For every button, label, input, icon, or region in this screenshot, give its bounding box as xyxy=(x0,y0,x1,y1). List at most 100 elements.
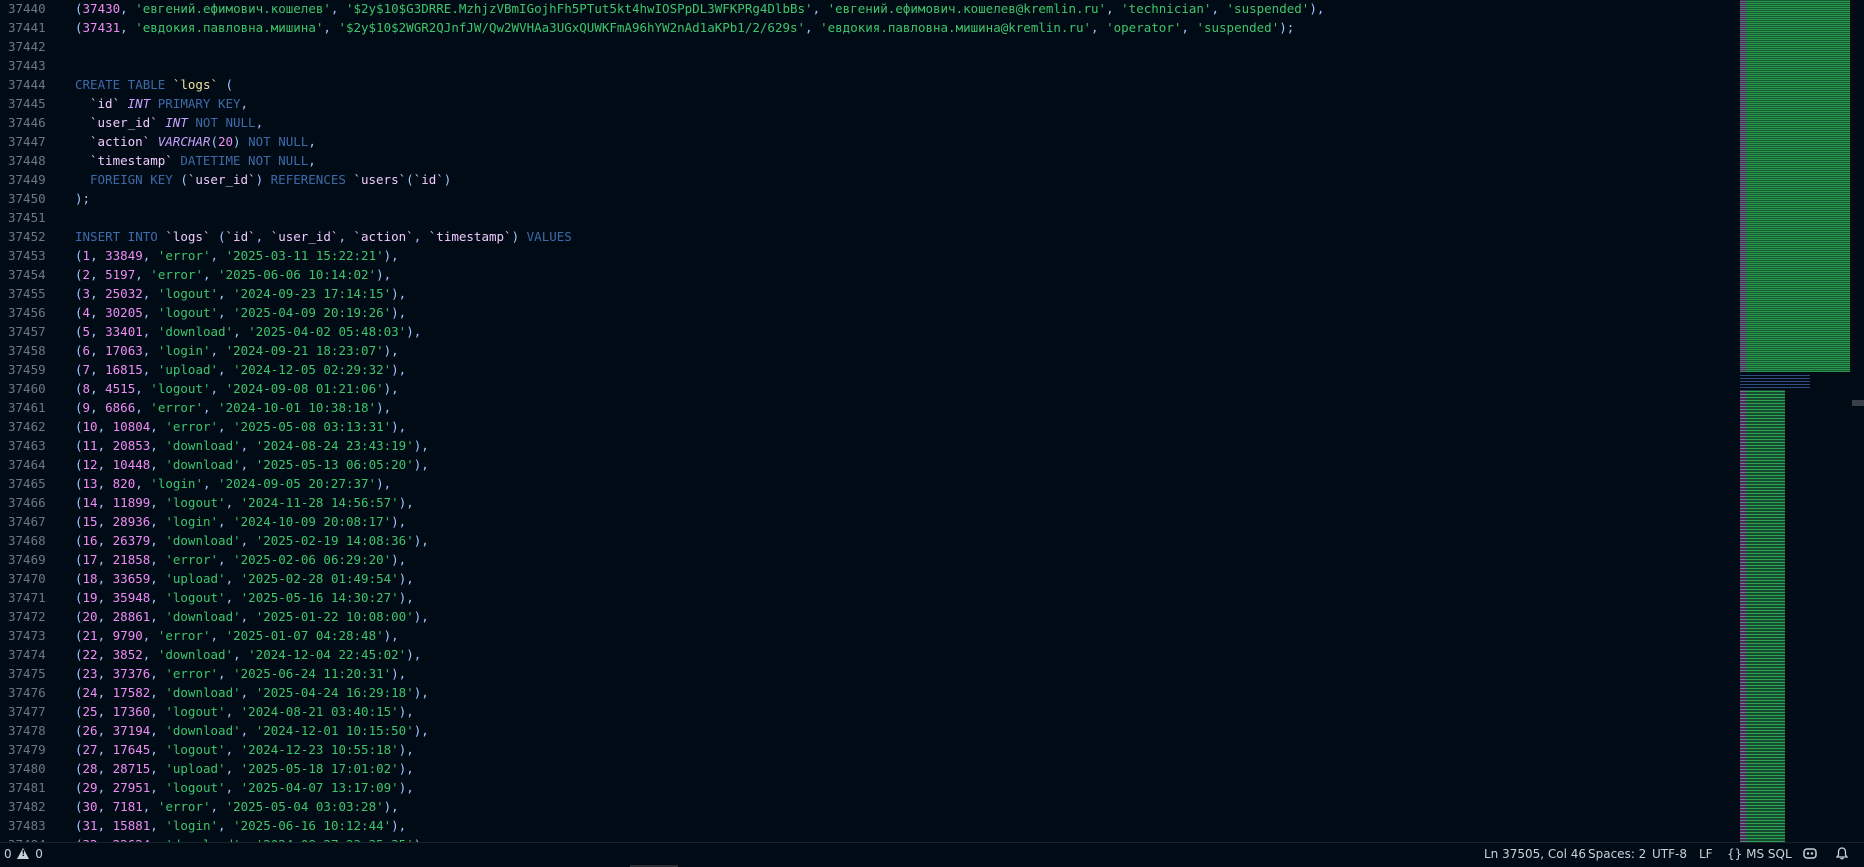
code-token: 17582 xyxy=(112,685,151,700)
code-line[interactable]: 37461 (9, 6866, 'error', '2024-10-01 10:3… xyxy=(0,398,1734,417)
code-token: ( xyxy=(406,172,414,187)
bell-icon[interactable] xyxy=(1835,843,1849,865)
code-token: ( xyxy=(75,818,83,833)
line-code: (16, 26379, 'download', '2025-02-19 14:0… xyxy=(75,531,429,550)
code-token: ) xyxy=(443,172,452,187)
code-line[interactable]: 37464 (12, 10448, 'download', '2025-05-13… xyxy=(0,455,1734,474)
code-token: 'евгений.ефимович.кошелев@kremlin.ru' xyxy=(827,1,1107,16)
code-token: ); xyxy=(75,191,91,206)
file-encoding[interactable]: UTF-8 xyxy=(1652,843,1687,865)
code-line[interactable]: 37440 (37430, 'евгений.ефимович.кошелев',… xyxy=(0,0,1734,18)
code-line[interactable]: 37457 (5, 33401, 'download', '2025-04-02 … xyxy=(0,322,1734,341)
code-line[interactable]: 37468 (16, 26379, 'download', '2025-02-19… xyxy=(0,531,1734,550)
line-code: (2, 5197, 'error', '2025-06-06 10:14:02'… xyxy=(75,265,391,284)
code-token: ), xyxy=(391,305,407,320)
code-line[interactable]: 37443 xyxy=(0,56,1734,75)
code-token: REFERENCES xyxy=(270,172,346,187)
code-token: , xyxy=(240,723,256,738)
indentation-setting[interactable]: Spaces: 2 xyxy=(1588,843,1646,865)
code-line[interactable]: 37451 xyxy=(0,208,1734,227)
code-line[interactable]: 37444 CREATE TABLE `logs` ( xyxy=(0,75,1734,94)
warning-count: 0 xyxy=(35,847,43,861)
code-token: ( xyxy=(218,77,234,92)
code-line[interactable]: 37462 (10, 10804, 'error', '2025-05-08 03… xyxy=(0,417,1734,436)
code-token: , xyxy=(330,1,346,16)
code-token: , xyxy=(142,799,158,814)
code-token: INT xyxy=(127,96,151,111)
code-token: 17 xyxy=(82,552,98,567)
code-line[interactable]: 37479 (27, 17645, 'logout', '2024-12-23 1… xyxy=(0,740,1734,759)
code-line[interactable]: 37474 (22, 3852, 'download', '2024-12-04 … xyxy=(0,645,1734,664)
vertical-scrollbar-thumb[interactable] xyxy=(1852,400,1864,406)
code-line[interactable]: 37467 (15, 28936, 'login', '2024-10-09 20… xyxy=(0,512,1734,531)
code-line[interactable]: 37475 (23, 37376, 'error', '2025-06-24 11… xyxy=(0,664,1734,683)
code-line[interactable]: 37446 `user_id` INT NOT NULL, xyxy=(0,113,1734,132)
code-token: INT xyxy=(165,115,188,130)
cursor-position[interactable]: Ln 37505, Col 46 xyxy=(1484,843,1586,865)
code-token: ( xyxy=(75,647,83,662)
code-line[interactable]: 37477 (25, 17360, 'logout', '2024-08-21 0… xyxy=(0,702,1734,721)
code-line[interactable]: 37482 (30, 7181, 'error', '2025-05-04 03:… xyxy=(0,797,1734,816)
minimap[interactable] xyxy=(1738,0,1850,842)
code-token: '$2y$10$2WGR2QJnfJW/Qw2WVHAa3UGxQUWKFmA9… xyxy=(338,20,806,35)
code-token: ), xyxy=(391,666,407,681)
code-line[interactable]: 37481 (29, 27951, 'logout', '2025-04-07 1… xyxy=(0,778,1734,797)
code-token: ( xyxy=(75,685,83,700)
code-line[interactable]: 37480 (28, 28715, 'upload', '2025-05-18 1… xyxy=(0,759,1734,778)
code-line[interactable]: 37472 (20, 28861, 'download', '2025-01-22… xyxy=(0,607,1734,626)
code-line[interactable]: 37456 (4, 30205, 'logout', '2025-04-09 20… xyxy=(0,303,1734,322)
code-token: 23 xyxy=(82,666,98,681)
code-token: 'logout' xyxy=(165,590,226,605)
code-line[interactable]: 37452 INSERT INTO `logs` (`id`, `user_id`… xyxy=(0,227,1734,246)
code-token: , xyxy=(202,267,219,282)
code-token: ), xyxy=(406,324,422,339)
code-token: 10804 xyxy=(112,419,151,434)
code-line[interactable]: 37450); xyxy=(0,189,1734,208)
code-line[interactable]: 37478 (26, 37194, 'download', '2024-12-01… xyxy=(0,721,1734,740)
code-line[interactable]: 37445 `id` INT PRIMARY KEY, xyxy=(0,94,1734,113)
code-line[interactable]: 37448 `timestamp` DATETIME NOT NULL, xyxy=(0,151,1734,170)
code-line[interactable]: 37455 (3, 25032, 'logout', '2024-09-23 17… xyxy=(0,284,1734,303)
code-line[interactable]: 37463 (11, 20853, 'download', '2024-08-24… xyxy=(0,436,1734,455)
code-token: 16815 xyxy=(105,362,143,377)
code-token: '2024-10-01 10:38:18' xyxy=(218,400,377,415)
code-line[interactable]: 37484 (32, 22624, 'download', '2024-08-27… xyxy=(0,835,1734,842)
code-line[interactable]: 37473 (21, 9790, 'error', '2025-01-07 04:… xyxy=(0,626,1734,645)
copilot-icon[interactable] xyxy=(1803,843,1817,865)
code-token: ), xyxy=(391,552,407,567)
code-line[interactable]: 37459 (7, 16815, 'upload', '2024-12-05 02… xyxy=(0,360,1734,379)
line-code: FOREIGN KEY (`user_id`) REFERENCES `user… xyxy=(75,170,451,189)
code-token: ( xyxy=(75,723,83,738)
code-editor[interactable]: 37440 (37430, 'евгений.ефимович.кошелев',… xyxy=(0,0,1734,842)
code-token: , xyxy=(308,153,316,168)
line-code: (14, 11899, 'logout', '2024-11-28 14:56:… xyxy=(75,493,414,512)
code-line[interactable]: 37470 (18, 33659, 'upload', '2025-02-28 0… xyxy=(0,569,1734,588)
code-line[interactable]: 37447 `action` VARCHAR(20) NOT NULL, xyxy=(0,132,1734,151)
code-token: ( xyxy=(75,343,83,358)
code-line[interactable]: 37471 (19, 35948, 'logout', '2025-05-16 1… xyxy=(0,588,1734,607)
code-line[interactable]: 37483 (31, 15881, 'login', '2025-06-16 10… xyxy=(0,816,1734,835)
code-line[interactable]: 37442 xyxy=(0,37,1734,56)
code-line[interactable]: 37458 (6, 17063, 'login', '2024-09-21 18:… xyxy=(0,341,1734,360)
problems-indicator[interactable]: 0 0 xyxy=(4,843,43,865)
code-line[interactable]: 37453 (1, 33849, 'error', '2025-03-11 15:… xyxy=(0,246,1734,265)
code-line[interactable]: 37469 (17, 21858, 'error', '2025-02-06 06… xyxy=(0,550,1734,569)
language-mode[interactable]: {} MS SQL xyxy=(1727,843,1792,865)
line-code: (3, 25032, 'logout', '2024-09-23 17:14:1… xyxy=(75,284,406,303)
code-line[interactable]: 37454 (2, 5197, 'error', '2025-06-06 10:1… xyxy=(0,265,1734,284)
code-token: 28936 xyxy=(112,514,151,529)
code-line[interactable]: 37449 FOREIGN KEY (`user_id`) REFERENCES … xyxy=(0,170,1734,189)
code-line[interactable]: 37465 (13, 820, 'login', '2024-09-05 20:2… xyxy=(0,474,1734,493)
code-token: ) xyxy=(255,172,271,187)
code-token: '2024-10-09 20:08:17' xyxy=(233,514,392,529)
code-line[interactable]: 37466 (14, 11899, 'logout', '2024-11-28 1… xyxy=(0,493,1734,512)
code-line[interactable]: 37476 (24, 17582, 'download', '2025-04-24… xyxy=(0,683,1734,702)
code-token: ), xyxy=(391,362,407,377)
code-line[interactable]: 37460 (8, 4515, 'logout', '2024-09-08 01:… xyxy=(0,379,1734,398)
line-number: 37456 xyxy=(8,305,46,320)
code-token: , xyxy=(308,134,316,149)
end-of-line[interactable]: LF xyxy=(1699,843,1713,865)
code-line[interactable]: 37441 (37431, 'евдокия.павловна.мишина', … xyxy=(0,18,1734,37)
code-token: 'logout' xyxy=(150,381,211,396)
code-token: , xyxy=(90,400,106,415)
